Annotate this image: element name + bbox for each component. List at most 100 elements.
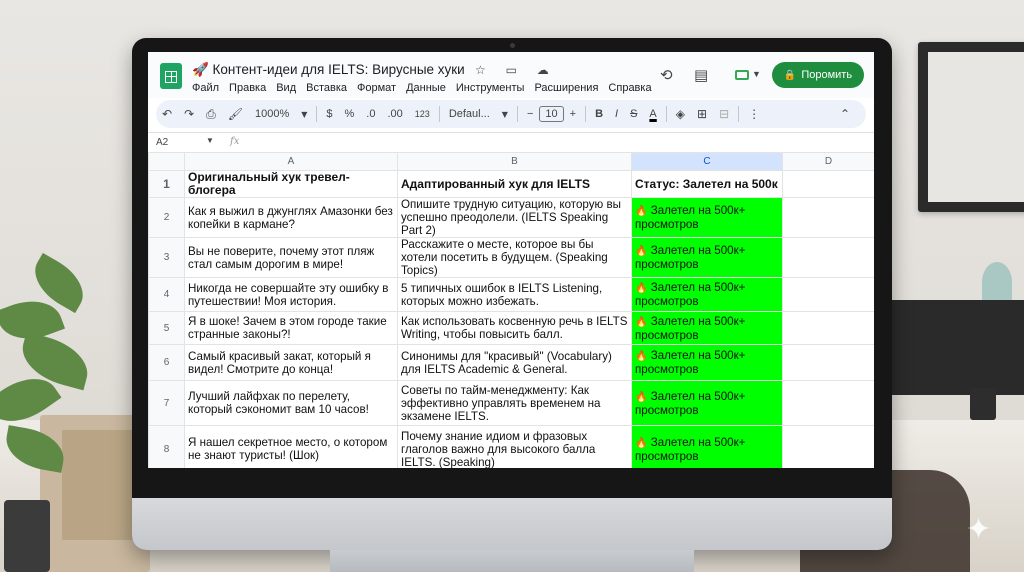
column-header-c[interactable]: C — [631, 152, 783, 171]
cell-d[interactable] — [782, 344, 874, 381]
history-icon[interactable]: ⟲ — [660, 66, 673, 84]
row-header[interactable]: 2 — [148, 197, 185, 238]
document-title[interactable]: 🚀 Контент-идеи для IELTS: Вирусные хуки — [192, 62, 465, 78]
menu-format[interactable]: Формат — [357, 82, 396, 94]
cell-ielts-hook[interactable]: Почему знание идиом и фразовых глаголов … — [397, 425, 632, 468]
cell-ielts-hook[interactable]: Расскажите о месте, которое вы бы хотели… — [397, 237, 632, 278]
borders-icon[interactable]: ⊞ — [691, 107, 713, 121]
paint-format-icon[interactable]: 🖌 — [222, 107, 249, 121]
cell-status[interactable]: 🔥 Залетел на 500к+ просмотров — [631, 311, 783, 345]
row-header[interactable]: 1 — [148, 170, 185, 198]
menu-view[interactable]: Вид — [276, 82, 296, 94]
cell-original-hook[interactable]: Я нашел секретное место, о котором не зн… — [184, 425, 398, 468]
font-dropdown-icon[interactable]: ▼ — [496, 110, 514, 119]
cell-b1[interactable]: Адаптированный хук для IELTS — [397, 170, 632, 198]
row-header[interactable]: 8 — [148, 425, 185, 468]
undo-icon[interactable]: ↶ — [156, 107, 178, 121]
menu-help[interactable]: Справка — [608, 82, 651, 94]
cell-ielts-hook[interactable]: 5 типичных ошибок в IELTS Listening, кот… — [397, 277, 632, 312]
increase-decimal-button[interactable]: .00 — [381, 108, 408, 120]
share-button[interactable]: 🔒 Поромить — [772, 62, 864, 88]
column-header-a[interactable]: A — [184, 152, 398, 171]
number-format-button[interactable]: 123 — [409, 109, 436, 119]
star-move-cloud-icons[interactable]: ☆ ▭ ☁ — [475, 63, 557, 77]
menu-extensions[interactable]: Расширения — [534, 82, 598, 94]
cell-status[interactable]: 🔥 Залетел на 500к+ просмотров — [631, 277, 783, 312]
print-icon[interactable]: ⎙ — [200, 107, 222, 122]
column-header-b[interactable]: B — [397, 152, 632, 171]
plant-pot — [4, 500, 50, 572]
row-header[interactable]: 6 — [148, 344, 185, 381]
cell-original-hook[interactable]: Лучший лайфхак по перелету, который сэко… — [184, 380, 398, 426]
menu-insert[interactable]: Вставка — [306, 82, 347, 94]
cell-original-hook[interactable]: Самый красивый закат, который я видел! С… — [184, 344, 398, 381]
row-header[interactable]: 4 — [148, 277, 185, 312]
zoom-dropdown-icon[interactable]: ▼ — [295, 110, 313, 119]
cell-original-hook[interactable]: Я в шоке! Зачем в этом городе такие стра… — [184, 311, 398, 345]
cell-status[interactable]: 🔥 Залетел на 500к+ просмотров — [631, 237, 783, 278]
cell-d1[interactable] — [782, 170, 874, 198]
status-text: Залетел на 500к+ просмотров — [635, 314, 746, 342]
pen-cup — [970, 388, 996, 420]
zoom-select[interactable]: 1000% — [249, 108, 295, 120]
toolbar-divider — [665, 106, 667, 122]
toolbar: ↶ ↷ ⎙ 🖌 1000% ▼ $ % .0 .00 123 Defaul...… — [156, 100, 866, 128]
fill-color-icon[interactable]: ◈ — [670, 107, 691, 121]
row-header[interactable]: 3 — [148, 237, 185, 278]
cell-status[interactable]: 🔥 Залетел на 500к+ просмотров — [631, 425, 783, 468]
share-button-label: Поромить — [801, 69, 853, 81]
cell-status[interactable]: 🔥 Залетел на 500к+ просмотров — [631, 380, 783, 426]
collapse-toolbar-icon[interactable]: ⌃ — [834, 107, 856, 121]
percent-format-button[interactable]: % — [339, 108, 361, 120]
table-row: 5 Я в шоке! Зачем в этом городе такие ст… — [148, 311, 874, 345]
meet-dropdown-icon[interactable]: ▼ — [752, 69, 761, 79]
menu-edit[interactable]: Правка — [229, 82, 266, 94]
cell-status[interactable]: 🔥 Залетел на 500к+ просмотров — [631, 197, 783, 238]
row-header[interactable]: 7 — [148, 380, 185, 426]
cell-a1[interactable]: Оригинальный хук тревел-блогера — [184, 170, 398, 198]
cell-c1[interactable]: Статус: Залетел на 500к — [631, 170, 783, 198]
font-family-select[interactable]: Defaul... — [443, 108, 496, 120]
cell-d[interactable] — [782, 425, 874, 468]
fire-icon: 🔥 — [635, 246, 648, 257]
cell-ielts-hook[interactable]: Советы по тайм-менеджменту: Как эффектив… — [397, 380, 632, 426]
sheets-logo-icon[interactable] — [160, 63, 182, 89]
cell-original-hook[interactable]: Вы не поверите, почему этот пляж стал са… — [184, 237, 398, 278]
font-size-increase-button[interactable]: + — [564, 108, 582, 120]
name-box[interactable]: A2 — [156, 137, 168, 148]
row-header[interactable]: 5 — [148, 311, 185, 345]
italic-button[interactable]: I — [609, 108, 624, 120]
cell-ielts-hook[interactable]: Синонимы для "красивый" (Vocabulary) для… — [397, 344, 632, 381]
cell-d[interactable] — [782, 197, 874, 238]
name-box-dropdown-icon[interactable]: ▼ — [206, 136, 214, 145]
redo-icon[interactable]: ↷ — [178, 107, 200, 121]
menu-bar: Файл Правка Вид Вставка Формат Данные Ин… — [192, 82, 652, 94]
select-all-corner[interactable] — [148, 152, 185, 171]
text-color-button[interactable]: A — [643, 108, 662, 120]
cell-original-hook[interactable]: Никогда не совершайте эту ошибку в путеш… — [184, 277, 398, 312]
meet-icon[interactable] — [735, 70, 749, 80]
currency-format-button[interactable]: $ — [320, 108, 338, 120]
cell-ielts-hook[interactable]: Опишите трудную ситуацию, которую вы усп… — [397, 197, 632, 238]
cell-original-hook[interactable]: Как я выжил в джунглях Амазонки без копе… — [184, 197, 398, 238]
cell-ielts-hook[interactable]: Как использовать косвенную речь в IELTS … — [397, 311, 632, 345]
webcam — [510, 43, 515, 48]
column-header-d[interactable]: D — [782, 152, 874, 171]
comments-icon[interactable]: ▤ — [694, 66, 708, 84]
cell-status[interactable]: 🔥 Залетел на 500к+ просмотров — [631, 344, 783, 381]
bold-button[interactable]: B — [589, 108, 609, 120]
font-size-input[interactable]: 10 — [539, 106, 564, 122]
cell-d[interactable] — [782, 277, 874, 312]
spreadsheet-screen: 🚀 Контент-идеи для IELTS: Вирусные хуки … — [148, 52, 874, 468]
menu-file[interactable]: Файл — [192, 82, 219, 94]
strikethrough-button[interactable]: S — [624, 108, 643, 120]
font-size-decrease-button[interactable]: − — [521, 108, 539, 120]
cell-d[interactable] — [782, 380, 874, 426]
menu-data[interactable]: Данные — [406, 82, 446, 94]
decrease-decimal-button[interactable]: .0 — [360, 108, 381, 120]
menu-tools[interactable]: Инструменты — [456, 82, 525, 94]
cell-d[interactable] — [782, 311, 874, 345]
more-options-icon[interactable]: ⋮ — [742, 107, 766, 121]
merge-cells-icon[interactable]: ⊟ — [713, 107, 735, 121]
cell-d[interactable] — [782, 237, 874, 278]
